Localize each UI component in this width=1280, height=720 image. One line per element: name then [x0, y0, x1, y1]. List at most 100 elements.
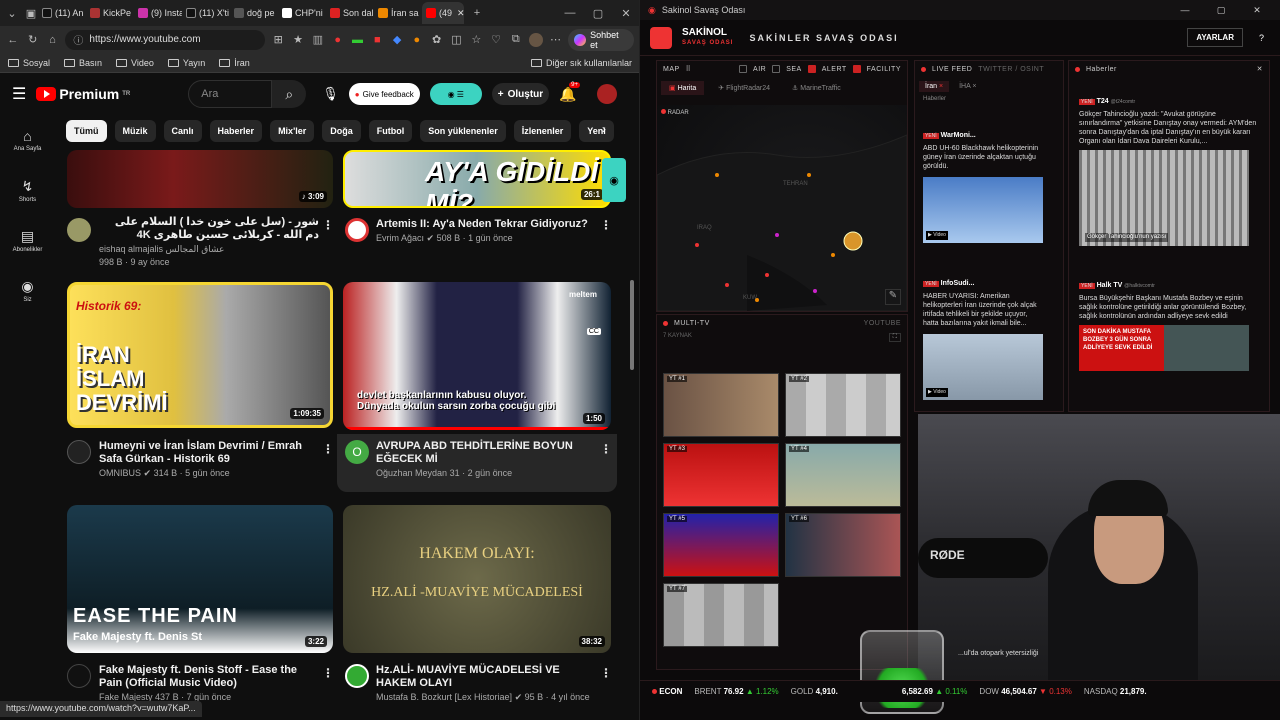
tab-flightradar[interactable]: ✈ FlightRadar24	[710, 81, 778, 95]
translate-icon[interactable]: ⊞	[271, 33, 285, 47]
favorites-icon[interactable]: ☆	[469, 33, 483, 47]
video-thumbnail[interactable]: Historik 69: İRAN İSLAM DEVRİMİ 1:09:35	[67, 282, 333, 428]
tab-2[interactable]: KickPe	[86, 2, 134, 24]
profile-avatar[interactable]	[528, 32, 543, 47]
bookmark-folder[interactable]: Yayın	[167, 58, 205, 68]
tab-iha[interactable]: İHA ×	[953, 81, 982, 92]
bookmark-folder[interactable]: İran	[219, 58, 250, 68]
extension-icon[interactable]: ■	[370, 33, 384, 47]
tv-stream[interactable]: YT #1	[663, 373, 779, 437]
channel-name[interactable]: Mustafa B. Bozkurt [Lex Historiae]	[376, 692, 512, 702]
video-title[interactable]: AVRUPA ABD TEHDİTLERİNE BOYUN EĞECEK Mİ	[376, 440, 596, 466]
minimize-icon[interactable]: —	[1170, 5, 1200, 15]
map-canvas[interactable]: TEHRAN IRAQ KUW RADAR ✎	[657, 105, 907, 311]
edit-icon[interactable]: ✎	[885, 289, 901, 305]
more-options-icon[interactable]: ⋮	[600, 666, 612, 680]
favorite-star-icon[interactable]: ★	[291, 33, 305, 47]
back-icon[interactable]: ←	[6, 33, 20, 47]
sidebar-item-home[interactable]: ⌂ Ana Sayfa	[0, 115, 55, 165]
video-title[interactable]: Humeyni ve İran İslam Devrimi / Emrah Sa…	[99, 440, 319, 466]
search-button[interactable]: ⌕	[272, 80, 307, 108]
channel-name[interactable]: Evrim Ağacı	[376, 233, 424, 243]
tv-stream[interactable]: YT #6	[785, 513, 901, 577]
minimize-icon[interactable]: —	[556, 6, 584, 20]
chip-news[interactable]: Haberler	[209, 120, 263, 142]
chip-music[interactable]: Müzik	[114, 120, 156, 142]
page-scrollbar[interactable]	[630, 280, 634, 370]
copilot-chat-button[interactable]: Sohbet et	[568, 28, 635, 51]
chip-new[interactable]: Yeni	[579, 120, 614, 142]
more-options-icon[interactable]: ⋮	[322, 666, 334, 680]
tab-4[interactable]: (11) X'ti	[182, 2, 230, 24]
close-icon[interactable]: ×	[939, 83, 943, 90]
channel-avatar[interactable]: O	[345, 440, 369, 464]
reload-icon[interactable]: ↻	[26, 33, 40, 47]
video-title[interactable]: Artemis II: Ay'a Neden Tekrar Gidiyoruz?	[376, 218, 596, 231]
feed-item[interactable]: YENİ InfoSudi... HABER UYARISI: Amerikan…	[923, 279, 1043, 400]
filter-sea-checkbox[interactable]	[772, 65, 781, 73]
filter-facility-checkbox[interactable]	[852, 65, 861, 73]
news-image[interactable]: Gökçer Tahincioğlu'nun yazısı	[1079, 150, 1249, 246]
chip-recent[interactable]: Son yüklenenler	[420, 120, 506, 142]
bookmark-folder[interactable]: Video	[116, 58, 154, 68]
tab-5[interactable]: doğ pe	[230, 2, 278, 24]
more-options-icon[interactable]: ⋮	[600, 442, 612, 456]
extension-icon[interactable]: ◆	[390, 33, 404, 47]
workspaces-icon[interactable]: ▣	[24, 6, 38, 20]
video-thumbnail[interactable]: ♪ 3:09	[67, 150, 333, 208]
tab-marinetraffic[interactable]: ⚓ MarineTraffic	[784, 81, 849, 95]
collections-icon[interactable]: ⧉	[509, 33, 523, 47]
channel-name[interactable]: Oğuzhan Meydan	[376, 468, 447, 478]
tv-stream[interactable]: YT #2	[785, 373, 901, 437]
url-field[interactable]: ⓘ https://www.youtube.com	[65, 29, 266, 50]
channel-avatar[interactable]	[67, 664, 91, 688]
close-window-icon[interactable]: ✕	[1242, 5, 1272, 16]
chip-football[interactable]: Futbol	[368, 120, 413, 142]
extension-button[interactable]: ◉ ☰	[429, 83, 482, 105]
chip-all[interactable]: Tümü	[66, 120, 107, 142]
filter-air-checkbox[interactable]	[739, 65, 748, 73]
video-thumbnail[interactable]: meltem CC devlet başkanlarının kabusu ol…	[343, 282, 611, 430]
news-item[interactable]: YENİ Halk TV @halktvcomtr Bursa Büyükşeh…	[1079, 281, 1259, 371]
video-title[interactable]: Hz.ALİ- MUAVİYE MÜCADELESİ VE HAKEM OLAY…	[376, 664, 596, 690]
tab-iran[interactable]: İran ×	[919, 81, 950, 92]
video-thumbnail[interactable]: EASE THE PAIN Fake Majesty ft. Denis St …	[67, 505, 333, 653]
tab-7[interactable]: Son dal	[326, 2, 374, 24]
help-button[interactable]: ?	[1253, 29, 1270, 47]
home-icon[interactable]: ⌂	[46, 33, 60, 47]
extensions-puzzle-icon[interactable]: ✿	[430, 33, 444, 47]
create-button[interactable]: + Oluştur	[491, 83, 550, 105]
channel-name[interactable]: eishaq almajalis عشاق المجالس	[99, 244, 319, 255]
chip-nature[interactable]: Doğa	[322, 120, 361, 142]
filter-alert-checkbox[interactable]	[807, 65, 816, 73]
more-options-icon[interactable]: ⋮	[322, 218, 334, 232]
extension-icon[interactable]: ▥	[311, 33, 325, 47]
tab-menu-icon[interactable]: ⌄	[0, 6, 24, 20]
channel-avatar[interactable]	[345, 218, 369, 242]
close-icon[interactable]: ✕	[1257, 65, 1263, 73]
video-thumbnail[interactable]: AY'A GİDİLDİ Mİ? 26:1	[343, 150, 611, 208]
bookmark-folder[interactable]: Sosyal	[8, 58, 50, 68]
news-item[interactable]: YENİ T24 @t24comtr Gökçer Tahincioğlu ya…	[1079, 97, 1259, 246]
sidebar-item-subscriptions[interactable]: ▤ Abonelikler	[0, 215, 55, 265]
fullscreen-icon[interactable]: ⛶	[888, 333, 901, 342]
close-icon[interactable]: ✕	[457, 8, 464, 19]
tab-3[interactable]: (9) Insta	[134, 2, 182, 24]
sidebar-item-you[interactable]: ◉ Siz	[0, 265, 55, 315]
extension-float-icon[interactable]: ◉	[602, 158, 626, 202]
chips-next-icon[interactable]: ›	[602, 122, 606, 136]
news-image[interactable]: SON DAKİKA MUSTAFA BOZBEY 3 GÜN SONRA AD…	[1079, 325, 1249, 371]
chip-mixes[interactable]: Mix'ler	[270, 120, 315, 142]
channel-name[interactable]: OMNIBUS	[99, 468, 141, 478]
chip-live[interactable]: Canlı	[163, 120, 202, 142]
tab-8[interactable]: İran sa	[374, 2, 422, 24]
more-options-icon[interactable]: ⋮	[600, 218, 612, 232]
give-feedback-button[interactable]: ● Give feedback	[348, 83, 420, 105]
tab-1[interactable]: (11) An	[38, 2, 86, 24]
search-input[interactable]: Ara	[188, 80, 273, 108]
more-options-icon[interactable]: ⋮	[322, 442, 334, 456]
tab-6[interactable]: CHP'ni	[278, 2, 326, 24]
chip-watched[interactable]: İzlenenler	[513, 120, 572, 142]
feed-subtab[interactable]: Haberler	[915, 96, 1063, 102]
notifications-button[interactable]: 🔔 9+	[559, 81, 581, 103]
